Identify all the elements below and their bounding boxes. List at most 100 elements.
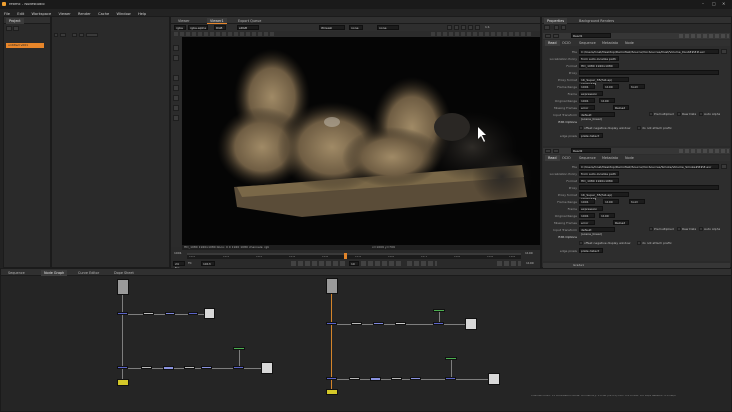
proxy-format-dropdown[interactable]: 1K_Super_35(full-ap) 1024x778 — [579, 192, 629, 201]
blur-tool-icon[interactable] — [173, 105, 179, 111]
format-dropdown[interactable]: HD_1080 1920x1080 — [579, 63, 619, 68]
original-first-field[interactable]: 1001 — [579, 98, 595, 103]
tab-sequence[interactable]: Sequence — [576, 40, 599, 46]
read-node[interactable] — [326, 278, 338, 294]
localization-dropdown[interactable]: from auto-localize path — [579, 56, 619, 61]
node-gray[interactable] — [184, 366, 195, 369]
menu-render[interactable]: Render — [78, 12, 91, 16]
search-icon[interactable] — [13, 26, 19, 31]
file-path-field[interactable]: C:/Users/Coat/Desktop/DemoTest/Source/Vo… — [579, 164, 719, 169]
menu-viewer[interactable]: Viewer — [58, 12, 70, 16]
last-frame-field[interactable]: 1100 — [603, 84, 619, 89]
after-mode-dropdown[interactable]: hold — [629, 199, 645, 204]
node-blue[interactable] — [163, 366, 174, 370]
zoom-level[interactable]: 1:1 — [485, 26, 490, 29]
edge-pixels-dropdown[interactable]: plate detect — [579, 133, 603, 138]
compare-a-dropdown[interactable]: none — [349, 25, 363, 30]
node-blue[interactable] — [373, 322, 384, 325]
node-blue[interactable] — [117, 312, 128, 315]
frame-field[interactable]: 1013 — [201, 261, 215, 266]
sort-dropdown[interactable] — [86, 33, 98, 37]
offset-window-checkbox[interactable] — [579, 126, 583, 130]
proxy-format-dropdown[interactable]: 1K_Super_35(full-ap) 1024x778 — [579, 77, 629, 86]
node-header-buttons[interactable] — [679, 34, 729, 38]
missing-frames-dropdown[interactable]: error — [579, 220, 595, 225]
wipe-dropdown[interactable]: Wireaki — [319, 25, 345, 30]
tab-properties[interactable]: Properties — [544, 18, 568, 24]
frame-mode-dropdown[interactable]: expression — [579, 206, 603, 211]
alpha-dropdown[interactable]: rgba.alpha — [188, 25, 208, 30]
node-blue[interactable] — [188, 312, 198, 315]
node-header-buttons[interactable] — [679, 149, 729, 153]
input-transform-dropdown[interactable]: default (scene_linear) — [579, 112, 615, 121]
node-gray[interactable] — [349, 377, 360, 380]
tab-ocio[interactable]: OCIO — [559, 40, 574, 46]
node-blue[interactable] — [370, 377, 381, 381]
reload-button[interactable]: Reload — [613, 220, 629, 225]
tab-node[interactable]: Node — [622, 40, 637, 46]
node-blue[interactable] — [233, 366, 244, 369]
menu-workspace[interactable]: Workspace — [32, 12, 52, 16]
playback-controls-right[interactable] — [361, 261, 401, 266]
folder-icon[interactable] — [721, 164, 727, 169]
write-node[interactable] — [261, 362, 273, 374]
premultiplied-checkbox[interactable] — [649, 112, 653, 116]
after-mode-dropdown[interactable]: hold — [629, 84, 645, 89]
node-blue[interactable] — [165, 312, 175, 315]
attach-prefix-checkbox[interactable] — [637, 126, 641, 130]
dodge-tool-icon[interactable] — [173, 115, 179, 121]
node-blue[interactable] — [433, 322, 444, 325]
proxy-field[interactable] — [579, 70, 719, 75]
mask-icon[interactable] — [468, 25, 473, 30]
node-gray[interactable] — [351, 322, 362, 325]
missing-frames-dropdown[interactable]: error — [579, 105, 595, 110]
backdrop-node[interactable] — [117, 379, 129, 386]
attach-prefix-checkbox[interactable] — [637, 241, 641, 245]
compare-b-dropdown[interactable]: none — [377, 25, 399, 30]
reload-button[interactable]: Reload — [613, 105, 629, 110]
first-frame-field[interactable]: 1001 — [579, 84, 595, 89]
tab-curve-editor[interactable]: Curve Editor — [75, 270, 102, 276]
node-blue[interactable] — [326, 322, 337, 325]
menu-help[interactable]: Help — [138, 12, 146, 16]
original-last-field[interactable]: 1100 — [599, 98, 615, 103]
viewer-canvas[interactable] — [182, 37, 540, 245]
playhead[interactable] — [344, 253, 347, 259]
maximize-button[interactable]: □ — [712, 2, 716, 6]
menu-edit[interactable]: Edit — [17, 12, 24, 16]
original-last-field[interactable]: 1100 — [599, 213, 615, 218]
transform-tool-icon[interactable] — [173, 55, 179, 61]
node-green[interactable] — [445, 357, 457, 360]
tab-dope-sheet[interactable]: Dope Sheet — [111, 270, 137, 276]
node-name-field[interactable]: Read2 — [571, 148, 611, 153]
select-tool-icon[interactable] — [173, 45, 179, 51]
view-grid-icon[interactable] — [79, 33, 84, 37]
filter-field[interactable] — [60, 33, 66, 37]
brush-tool-icon[interactable] — [173, 85, 179, 91]
close-button[interactable]: ✕ — [722, 2, 725, 6]
lock-icon[interactable] — [447, 25, 452, 30]
write-node[interactable] — [465, 318, 477, 330]
float-icon[interactable] — [553, 149, 559, 153]
file-path-field[interactable]: C:/Users/Coat/Desktop/DemoTest/Source/Vo… — [579, 49, 719, 54]
node-blue[interactable] — [201, 366, 212, 369]
frame-step-field[interactable]: 10 — [349, 261, 359, 266]
node-gray[interactable] — [391, 377, 402, 380]
tab-node-graph[interactable]: Node Graph — [41, 270, 68, 276]
node-green[interactable] — [433, 309, 445, 312]
node-blue[interactable] — [326, 377, 337, 380]
viewer-lut-dropdown[interactable]: sRGB (default) — [237, 25, 259, 34]
menu-window[interactable]: Window — [117, 12, 131, 16]
timeline-scrubber[interactable]: 1001 1010 1020 1030 1040 1050 1060 1070 … — [187, 253, 521, 259]
menu-file[interactable]: File — [4, 12, 10, 16]
localization-dropdown[interactable]: from auto-localize path — [579, 171, 619, 176]
clip-warning-icon[interactable] — [461, 25, 466, 30]
raw-data-checkbox[interactable] — [677, 227, 681, 231]
cache-controls[interactable] — [497, 261, 521, 266]
offset-window-checkbox[interactable] — [579, 241, 583, 245]
node-blue[interactable] — [117, 366, 128, 369]
node-gray[interactable] — [143, 312, 154, 315]
node-gray[interactable] — [141, 366, 152, 369]
write-node[interactable] — [488, 373, 500, 385]
tab-read[interactable]: Read — [545, 155, 560, 161]
